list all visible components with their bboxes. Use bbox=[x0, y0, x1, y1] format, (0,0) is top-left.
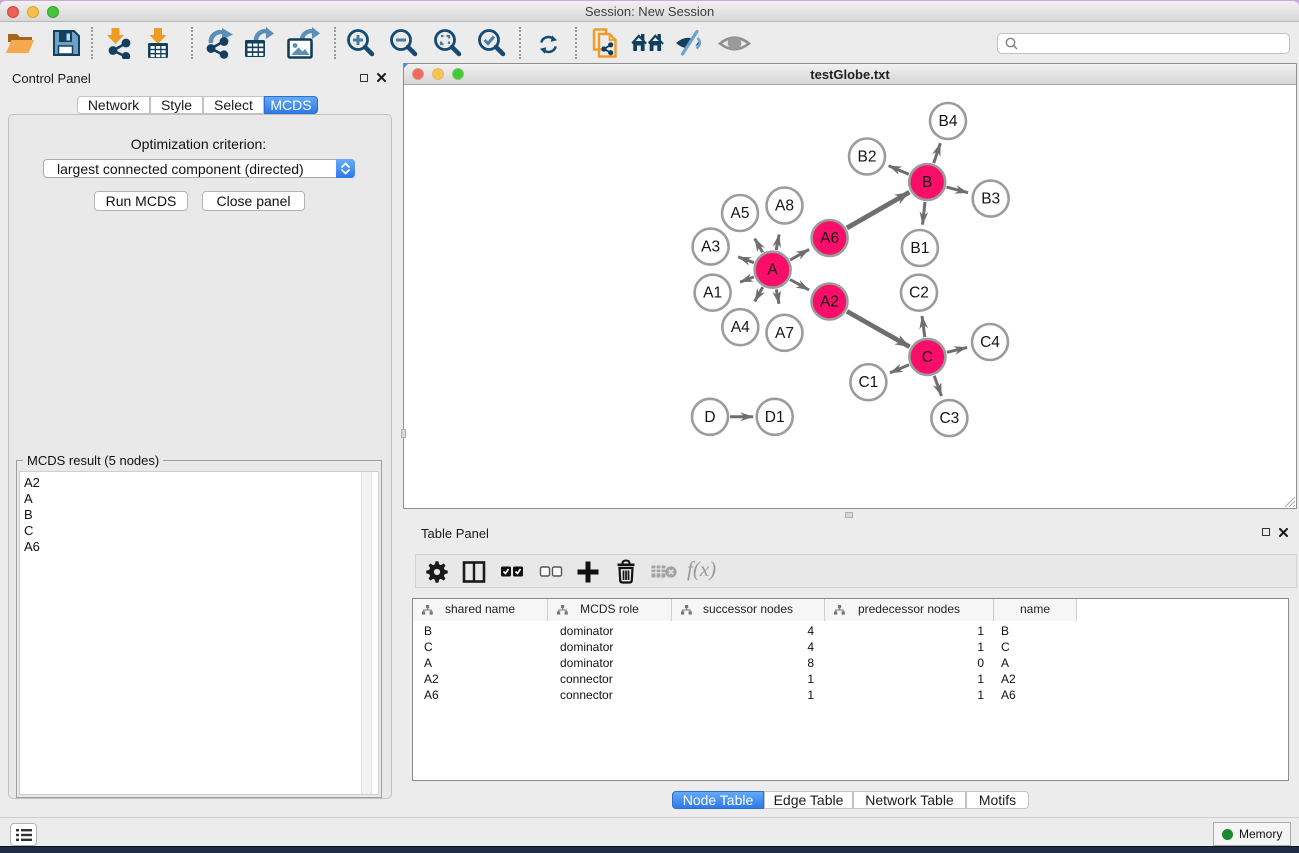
svg-text:C3: C3 bbox=[939, 410, 959, 427]
svg-text:C4: C4 bbox=[980, 334, 1000, 351]
svg-text:C2: C2 bbox=[909, 285, 929, 302]
svg-text:A1: A1 bbox=[703, 285, 722, 302]
svg-text:A8: A8 bbox=[775, 198, 794, 215]
svg-text:B2: B2 bbox=[858, 149, 877, 166]
svg-text:D1: D1 bbox=[765, 409, 785, 426]
svg-text:A2: A2 bbox=[820, 294, 839, 311]
svg-text:B4: B4 bbox=[939, 113, 958, 130]
svg-text:D: D bbox=[704, 409, 715, 426]
svg-text:C1: C1 bbox=[858, 374, 878, 391]
svg-text:C: C bbox=[922, 349, 933, 366]
svg-text:A6: A6 bbox=[820, 230, 839, 247]
svg-text:A3: A3 bbox=[701, 239, 720, 256]
svg-text:B3: B3 bbox=[981, 191, 1000, 208]
svg-text:B: B bbox=[922, 174, 932, 191]
svg-text:A5: A5 bbox=[731, 205, 750, 222]
svg-text:A4: A4 bbox=[731, 319, 750, 336]
svg-text:A: A bbox=[767, 262, 778, 279]
svg-text:B1: B1 bbox=[910, 240, 929, 257]
svg-text:A7: A7 bbox=[775, 325, 794, 342]
